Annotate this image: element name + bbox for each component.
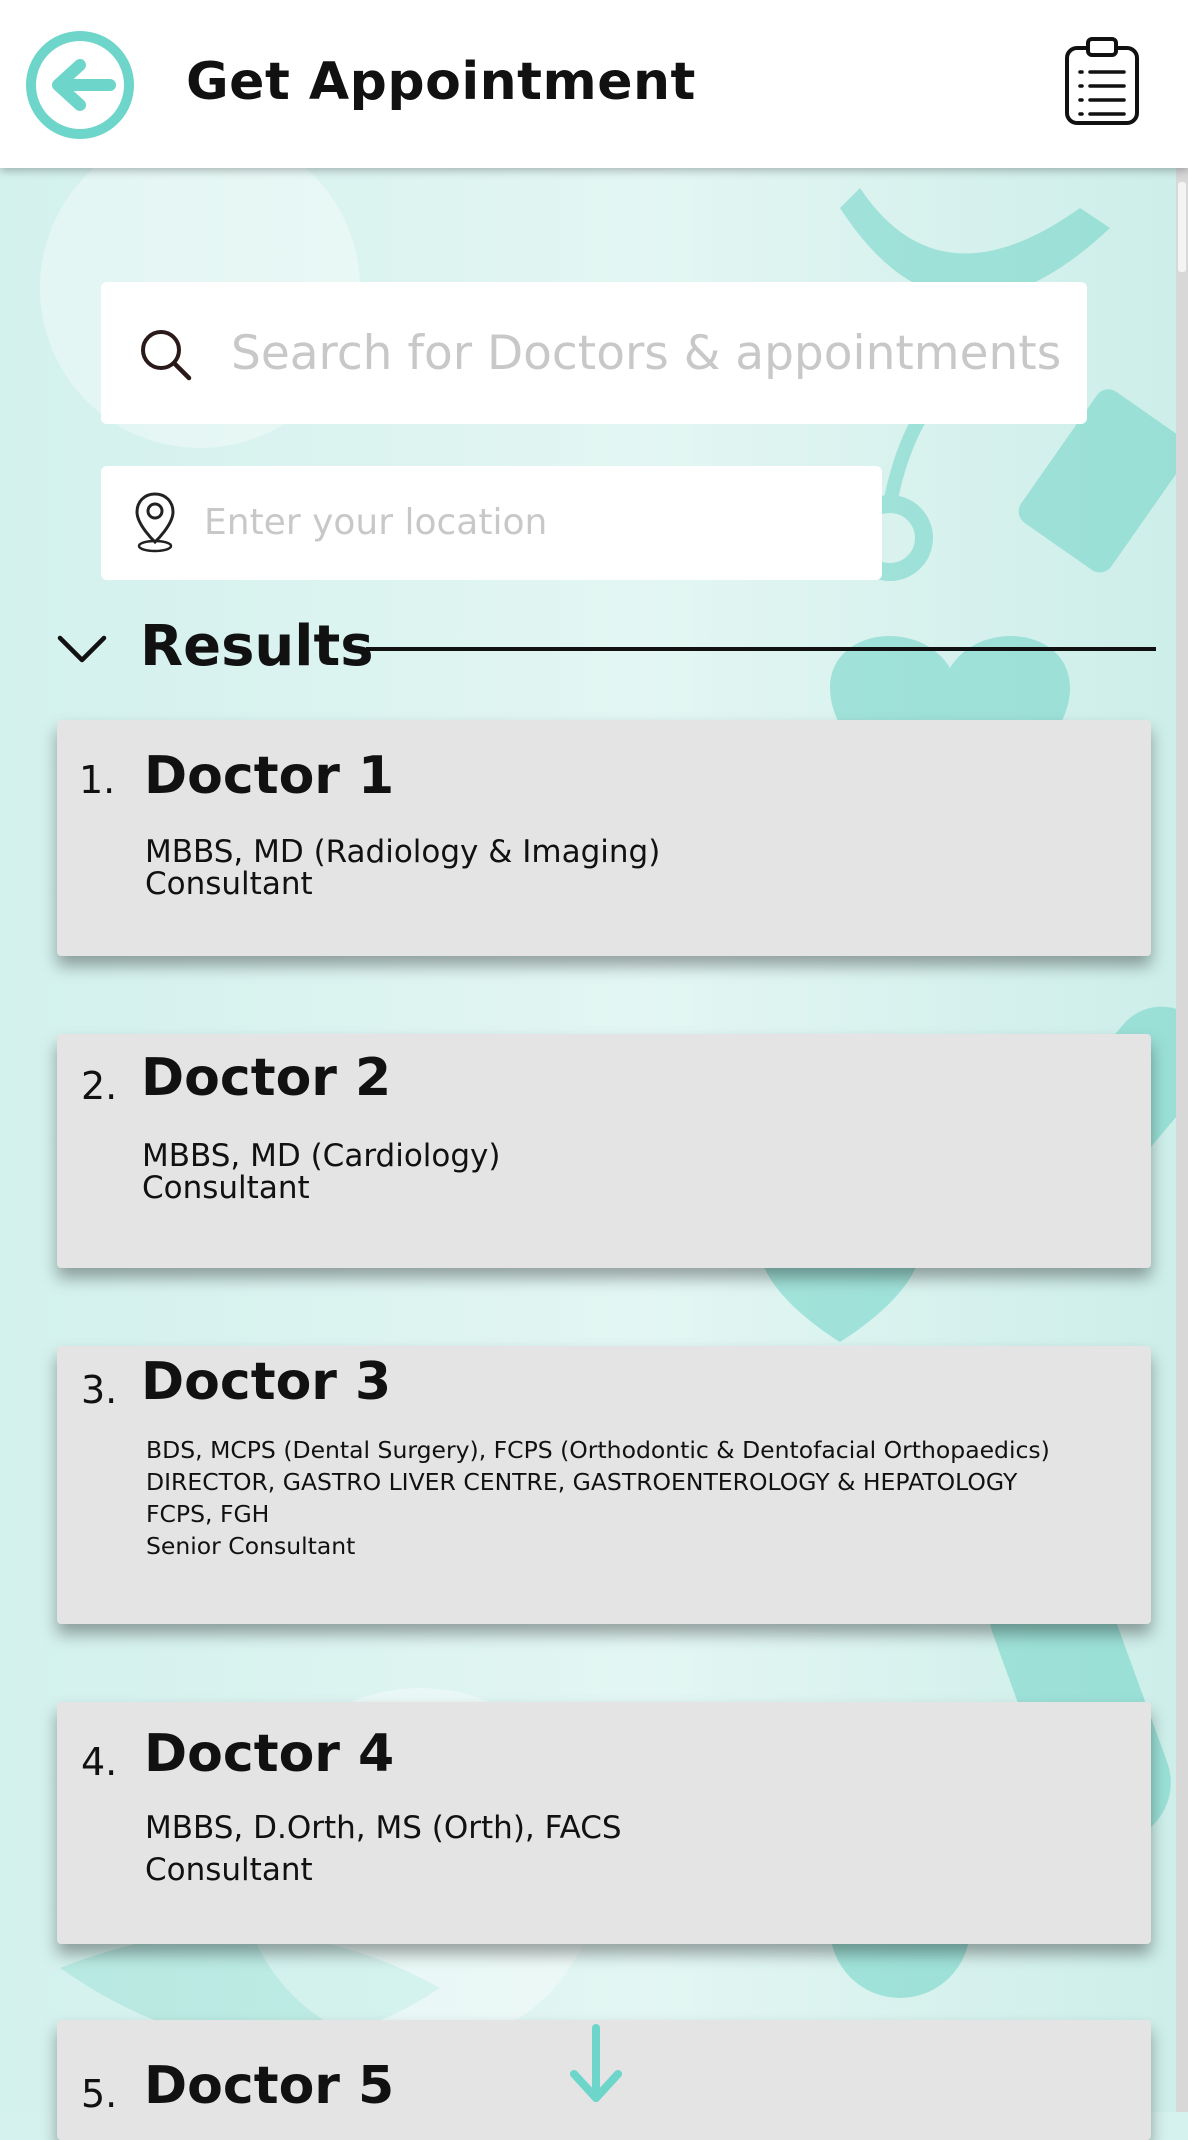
doctor-card[interactable]: 1. Doctor 1 MBBS, MD (Radiology & Imagin…	[57, 720, 1151, 956]
doctor-card[interactable]: 3. Doctor 3 BDS, MCPS (Dental Surgery), …	[57, 1346, 1151, 1624]
doctor-designation: Consultant	[142, 1170, 310, 1206]
arrow-left-circle-icon	[26, 31, 134, 139]
clipboard-list-icon	[1065, 37, 1139, 125]
doctor-qualification: BDS, MCPS (Dental Surgery), FCPS (Orthod…	[146, 1436, 1050, 1464]
arrow-down-icon	[570, 2024, 622, 2102]
search-icon	[141, 330, 192, 381]
doctor-affiliation: DIRECTOR, GASTRO LIVER CENTRE, GASTROENT…	[146, 1468, 1018, 1496]
location-pin-icon	[135, 492, 175, 553]
doctor-search-input[interactable]: Search for Doctors & appointments	[101, 282, 1087, 424]
doctor-number: 1.	[79, 758, 116, 802]
page-title: Get Appointment	[186, 52, 696, 112]
doctor-name: Doctor 1	[144, 746, 395, 806]
doctor-name: Doctor 2	[141, 1048, 392, 1108]
doctor-qualification: MBBS, MD (Cardiology)	[142, 1138, 501, 1174]
doctor-qualification: MBBS, MD (Radiology & Imaging)	[145, 834, 661, 870]
doctor-number: 4.	[81, 1740, 118, 1784]
back-button[interactable]	[24, 29, 136, 141]
doctor-number: 3.	[81, 1368, 118, 1412]
search-placeholder: Search for Doctors & appointments	[231, 326, 1062, 381]
doctor-name: Doctor 3	[141, 1352, 392, 1412]
location-placeholder: Enter your location	[204, 502, 548, 543]
results-heading: Results	[140, 614, 374, 679]
doctor-designation: Consultant	[145, 866, 313, 902]
results-divider	[366, 647, 1156, 651]
app-header: Get Appointment	[0, 0, 1188, 168]
doctor-number: 2.	[81, 1064, 118, 1108]
doctor-fellowship: FCPS, FGH	[146, 1500, 270, 1528]
scrollbar-thumb[interactable]	[1178, 182, 1186, 272]
appointments-list-button[interactable]	[1064, 36, 1140, 126]
doctor-designation: Consultant	[145, 1852, 313, 1888]
doctor-designation: Senior Consultant	[146, 1532, 356, 1560]
location-input[interactable]: Enter your location	[101, 466, 882, 580]
doctor-number: 5.	[81, 2072, 118, 2116]
doctor-qualification: MBBS, D.Orth, MS (Orth), FACS	[145, 1810, 622, 1846]
chevron-down-icon	[57, 635, 107, 663]
doctor-card[interactable]: 4. Doctor 4 MBBS, D.Orth, MS (Orth), FAC…	[57, 1702, 1151, 1944]
doctor-name: Doctor 5	[144, 2056, 395, 2116]
doctor-card[interactable]: 2. Doctor 2 MBBS, MD (Cardiology) Consul…	[57, 1034, 1151, 1268]
scroll-down-button[interactable]	[566, 2022, 626, 2112]
doctor-name: Doctor 4	[144, 1724, 395, 1784]
results-collapse-toggle[interactable]	[54, 626, 110, 672]
vertical-scrollbar[interactable]	[1176, 168, 1188, 2112]
